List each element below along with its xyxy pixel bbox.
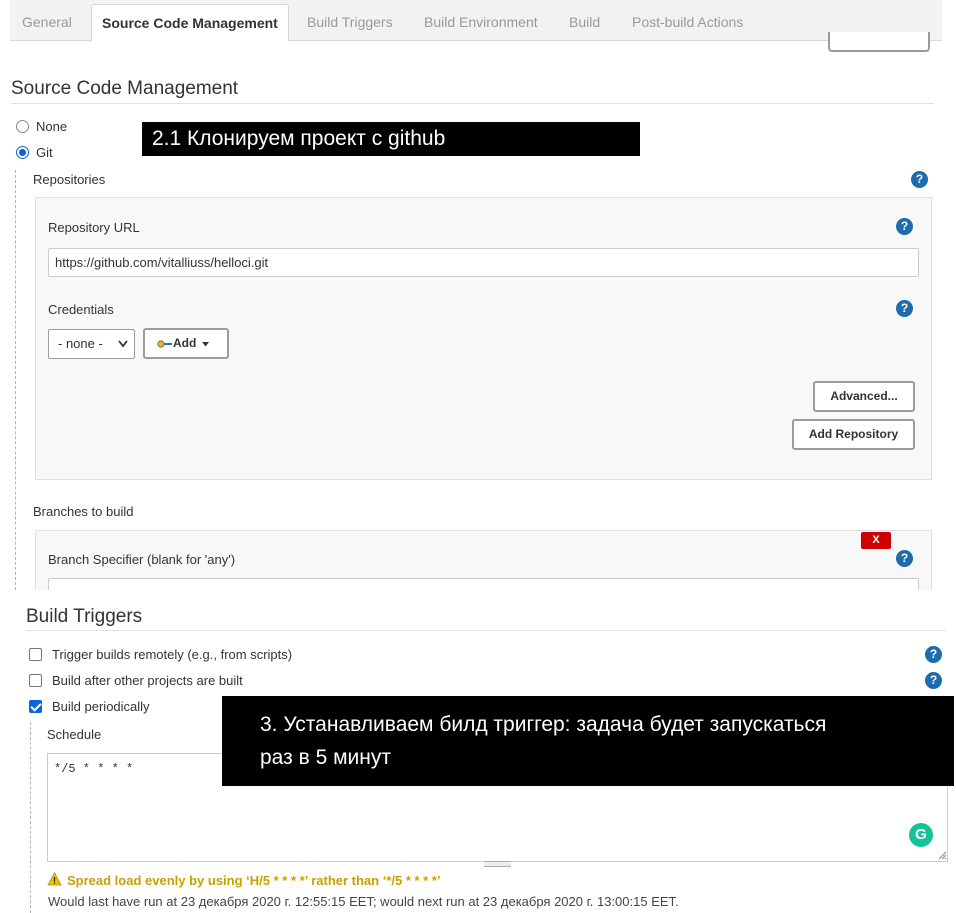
credentials-label: Credentials bbox=[48, 302, 114, 317]
repository-url-label: Repository URL bbox=[48, 220, 140, 235]
resize-handle-icon[interactable] bbox=[484, 861, 511, 867]
warning-triangle-icon bbox=[47, 872, 62, 886]
tab-post-build-actions[interactable]: Post-build Actions bbox=[632, 4, 743, 41]
textarea-resize-icon[interactable] bbox=[938, 851, 947, 860]
branch-specifier-label: Branch Specifier (blank for 'any') bbox=[48, 552, 236, 567]
key-icon bbox=[157, 340, 172, 348]
scm-section-title: Source Code Management bbox=[11, 78, 239, 99]
credentials-selected-value: - none - bbox=[58, 336, 103, 351]
credentials-help-icon[interactable]: ? bbox=[896, 300, 913, 317]
repositories-label: Repositories bbox=[33, 172, 106, 187]
tab-general[interactable]: General bbox=[22, 4, 72, 41]
chevron-down-icon bbox=[118, 340, 128, 348]
trigger-remotely-help-icon[interactable]: ? bbox=[925, 646, 942, 663]
annotation-build-trigger: 3. Устанавливаем билд триггер: задача бу… bbox=[222, 696, 954, 786]
tab-build[interactable]: Build bbox=[569, 4, 600, 41]
schedule-label: Schedule bbox=[47, 727, 102, 742]
schedule-run-info: Would last have run at 23 декабря 2020 г… bbox=[48, 894, 679, 909]
build-triggers-divider bbox=[26, 630, 946, 631]
tab-build-triggers[interactable]: Build Triggers bbox=[307, 4, 393, 41]
scm-git-label: Git bbox=[36, 145, 53, 160]
build-periodically-label: Build periodically bbox=[52, 699, 150, 714]
annotation-build-trigger-line1: 3. Устанавливаем билд триггер: задача бу… bbox=[260, 713, 827, 736]
scm-none-radio[interactable] bbox=[16, 120, 29, 133]
schedule-warning: Spread load evenly by using ‘H/5 * * * *… bbox=[67, 873, 441, 888]
branches-to-build-label: Branches to build bbox=[33, 504, 134, 519]
scm-git-radio[interactable] bbox=[16, 146, 29, 159]
add-repository-button[interactable]: Add Repository bbox=[792, 419, 915, 450]
trigger-remotely-checkbox[interactable] bbox=[29, 648, 42, 661]
annotation-build-trigger-line2: раз в 5 минут bbox=[260, 746, 391, 769]
repository-url-input[interactable]: https://github.com/vitalliuss/helloci.gi… bbox=[48, 248, 919, 277]
delete-branch-button[interactable]: X bbox=[861, 532, 891, 549]
advanced-button[interactable]: Advanced... bbox=[813, 381, 915, 412]
grammarly-icon[interactable]: G bbox=[909, 823, 933, 847]
repository-url-help-icon[interactable]: ? bbox=[896, 218, 913, 235]
config-tab-bar: General Source Code Management Build Tri… bbox=[10, 0, 942, 42]
caret-down-icon bbox=[202, 342, 209, 347]
build-triggers-section-title: Build Triggers bbox=[26, 606, 143, 627]
tab-build-environment[interactable]: Build Environment bbox=[424, 4, 538, 41]
build-after-other-help-icon[interactable]: ? bbox=[925, 672, 942, 689]
annotation-clone-project: 2.1 Клонируем проект с github bbox=[142, 122, 640, 156]
scm-divider bbox=[11, 103, 934, 104]
build-after-other-checkbox[interactable] bbox=[29, 674, 42, 687]
credentials-select[interactable]: - none - bbox=[48, 329, 135, 359]
partial-button[interactable] bbox=[828, 32, 930, 52]
build-after-other-label: Build after other projects are built bbox=[52, 673, 243, 688]
build-periodically-guide bbox=[30, 722, 31, 913]
repositories-help-icon[interactable]: ? bbox=[911, 171, 928, 188]
branch-specifier-help-icon[interactable]: ? bbox=[896, 550, 913, 567]
credentials-add-label: Add bbox=[173, 336, 197, 350]
tab-source-code-management[interactable]: Source Code Management bbox=[91, 4, 289, 42]
git-section-guide bbox=[15, 170, 16, 590]
build-periodically-checkbox[interactable] bbox=[29, 700, 42, 713]
trigger-remotely-label: Trigger builds remotely (e.g., from scri… bbox=[52, 647, 293, 662]
scm-none-label: None bbox=[36, 119, 68, 134]
credentials-add-button[interactable]: Add bbox=[143, 328, 229, 359]
